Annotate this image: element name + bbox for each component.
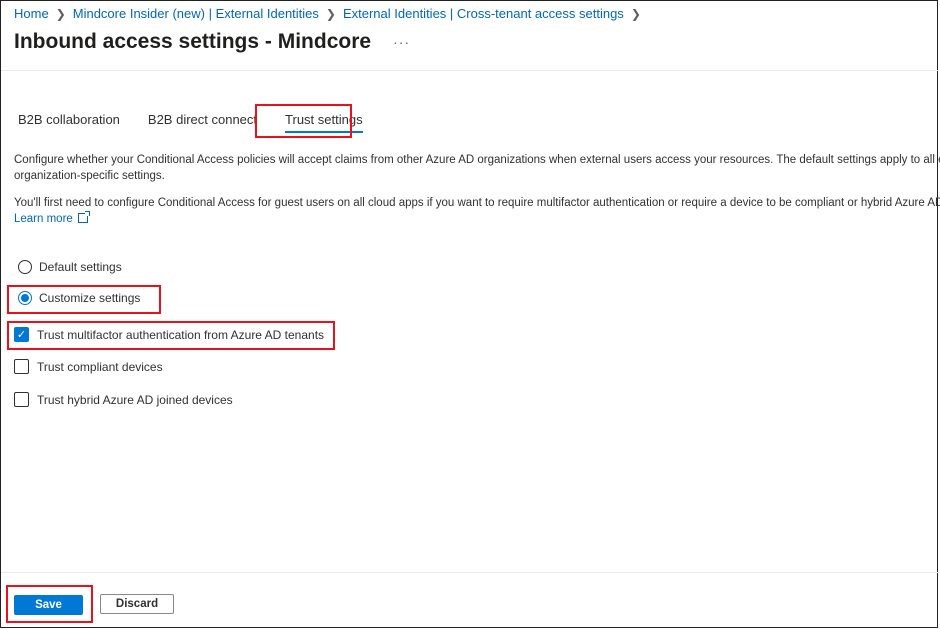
tab-label: B2B direct connect bbox=[147, 112, 258, 127]
header-divider bbox=[1, 70, 939, 71]
checkbox-trust-mfa[interactable]: ✓ Trust multifactor authentication from … bbox=[14, 327, 324, 342]
radio-default-settings[interactable]: Default settings bbox=[18, 260, 122, 274]
breadcrumb-cross-tenant-access[interactable]: External Identities | Cross-tenant acces… bbox=[343, 6, 624, 21]
discard-button[interactable]: Discard bbox=[100, 594, 174, 614]
checkbox-unchecked-icon bbox=[14, 359, 29, 374]
tab-b2b-direct-connect[interactable]: B2B direct connect bbox=[148, 106, 257, 139]
chevron-right-icon: ❯ bbox=[55, 6, 66, 21]
page-title: Inbound access settings - Mindcore bbox=[14, 30, 372, 53]
breadcrumb-external-identities[interactable]: Mindcore Insider (new) | External Identi… bbox=[73, 6, 319, 21]
radio-dot bbox=[21, 294, 29, 302]
tab-b2b-collaboration[interactable]: B2B collaboration bbox=[18, 106, 120, 139]
chevron-right-icon: ❯ bbox=[630, 6, 641, 21]
window-frame bbox=[0, 0, 938, 628]
breadcrumb: Home ❯ Mindcore Insider (new) | External… bbox=[14, 6, 648, 21]
description-block: Configure whether your Conditional Acces… bbox=[14, 152, 940, 227]
checkbox-label: Trust hybrid Azure AD joined devices bbox=[37, 392, 233, 407]
description-line: You'll first need to configure Condition… bbox=[14, 197, 940, 209]
checkbox-trust-compliant-devices[interactable]: Trust compliant devices bbox=[14, 359, 163, 374]
chevron-right-icon: ❯ bbox=[325, 6, 336, 21]
description-line: Configure whether your Conditional Acces… bbox=[14, 154, 940, 166]
checkbox-label: Trust compliant devices bbox=[37, 359, 163, 374]
tab-bar: B2B collaboration B2B direct connect Tru… bbox=[18, 106, 391, 139]
radio-customize-settings[interactable]: Customize settings bbox=[18, 291, 140, 305]
external-link-icon bbox=[77, 211, 90, 223]
description-line: organization-specific settings. bbox=[14, 170, 165, 182]
tab-label: B2B collaboration bbox=[18, 112, 120, 127]
radio-checked-icon bbox=[18, 291, 32, 305]
checkbox-unchecked-icon bbox=[14, 392, 29, 407]
footer-divider bbox=[1, 572, 939, 573]
learn-more-link[interactable]: Learn more bbox=[14, 213, 73, 225]
radio-label: Customize settings bbox=[39, 291, 141, 305]
more-options-button[interactable]: ··· bbox=[393, 34, 410, 50]
checkmark-icon: ✓ bbox=[14, 327, 29, 342]
radio-unchecked-icon bbox=[18, 260, 32, 274]
checkbox-trust-hybrid-devices[interactable]: Trust hybrid Azure AD joined devices bbox=[14, 392, 233, 407]
tab-label: Trust settings bbox=[285, 112, 363, 133]
breadcrumb-home[interactable]: Home bbox=[14, 6, 49, 21]
save-button[interactable]: Save bbox=[14, 595, 83, 615]
page-header: Inbound access settings - Mindcore ··· bbox=[14, 30, 410, 54]
checkbox-label: Trust multifactor authentication from Az… bbox=[37, 327, 325, 342]
learn-more-row: Learn more bbox=[14, 211, 940, 227]
radio-label: Default settings bbox=[39, 260, 122, 274]
tab-trust-settings[interactable]: Trust settings bbox=[285, 106, 363, 139]
